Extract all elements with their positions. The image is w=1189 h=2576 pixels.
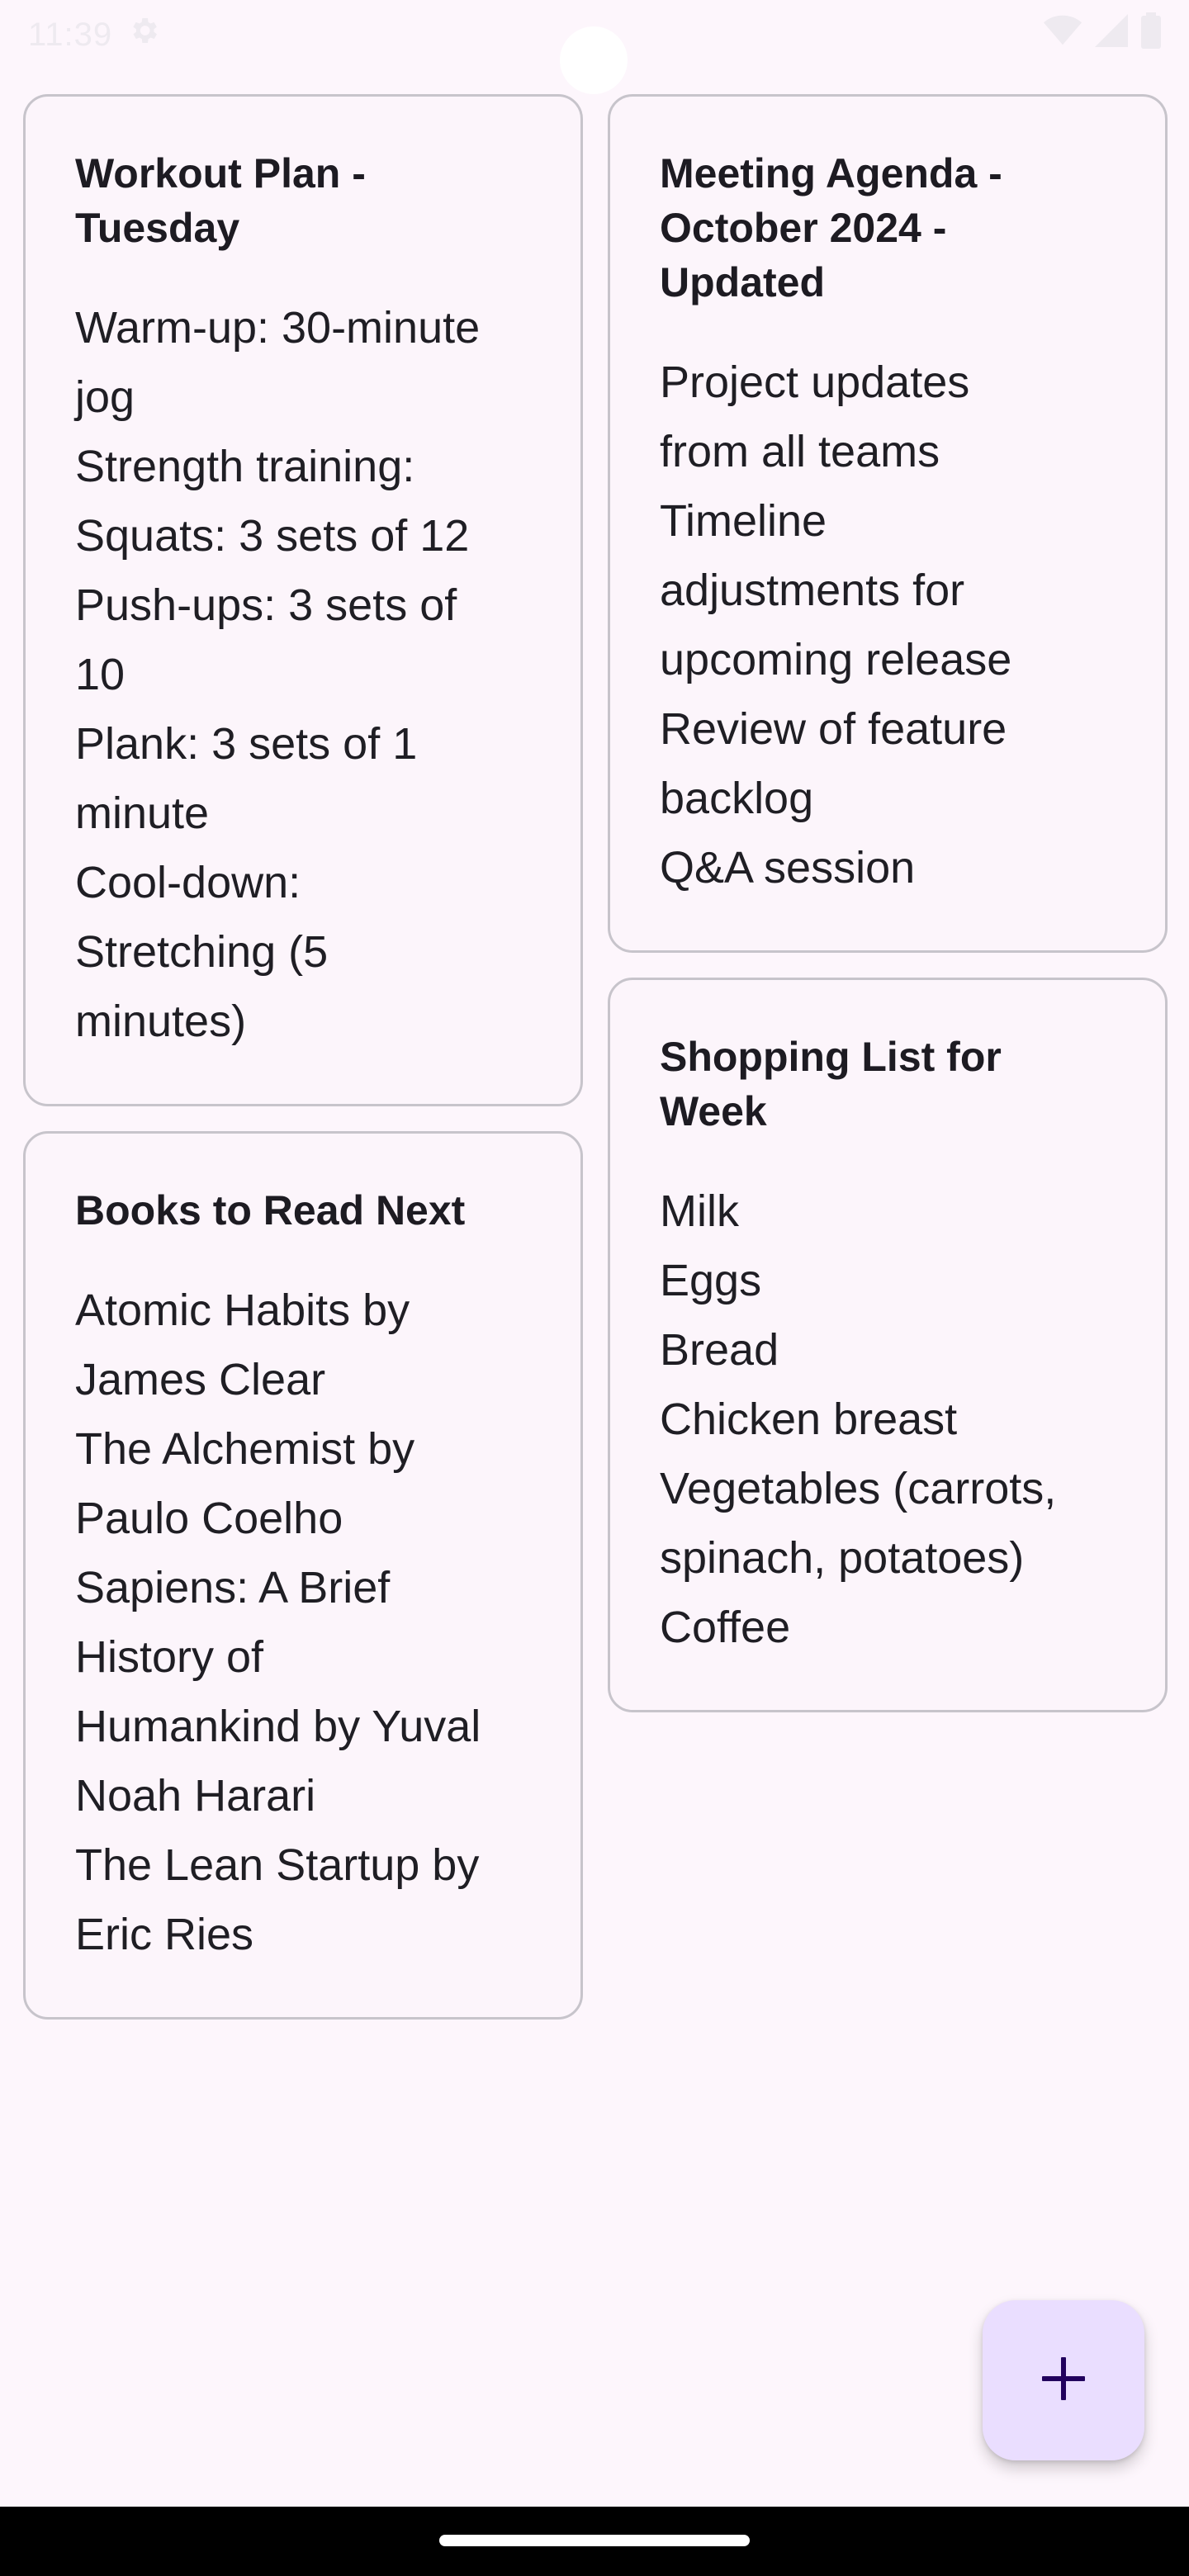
note-title: Books to Read Next xyxy=(75,1187,466,1234)
note-line: Cool-down: xyxy=(75,858,301,907)
note-line: jog xyxy=(75,372,135,422)
note-body: Project updates from all teams Timeline … xyxy=(660,348,1117,902)
add-note-button[interactable] xyxy=(983,2300,1144,2460)
note-card[interactable]: Workout Plan - Tuesday Warm-up: 30-minut… xyxy=(23,94,583,1106)
note-line: Paulo Coelho xyxy=(75,1494,343,1543)
note-body: Milk Eggs Bread Chicken breast Vegetable… xyxy=(660,1177,1117,1662)
note-line: backlog xyxy=(660,774,814,823)
note-line: spinach, potatoes) xyxy=(660,1533,1025,1583)
note-line: Bread xyxy=(660,1325,779,1375)
note-line: History of xyxy=(75,1632,264,1682)
note-line: The Lean Startup by xyxy=(75,1840,480,1890)
note-line: minutes) xyxy=(75,997,247,1046)
signal-icon xyxy=(1095,14,1128,55)
note-line: adjustments for xyxy=(660,566,965,615)
note-line: Eggs xyxy=(660,1256,762,1305)
note-line: Review of feature xyxy=(660,704,1007,754)
note-title: Workout Plan - Tuesday xyxy=(75,150,366,251)
plus-icon xyxy=(1040,2356,1087,2406)
note-line: upcoming release xyxy=(660,635,1012,684)
wifi-icon xyxy=(1044,14,1082,55)
note-line: Sapiens: A Brief xyxy=(75,1563,391,1612)
note-line: Q&A session xyxy=(660,843,916,893)
note-line: minute xyxy=(75,788,210,838)
status-icons xyxy=(1044,12,1161,57)
note-line: Strength training: xyxy=(75,442,415,491)
note-line: Plank: 3 sets of 1 xyxy=(75,719,418,769)
note-line: Milk xyxy=(660,1186,739,1236)
note-line: Atomic Habits by xyxy=(75,1286,410,1335)
note-line: Timeline xyxy=(660,496,827,546)
camera-cutout xyxy=(560,26,628,94)
note-title: Shopping List for Week xyxy=(660,1034,1002,1134)
note-card[interactable]: Books to Read Next Atomic Habits by Jame… xyxy=(23,1131,583,2020)
note-line: Push-ups: 3 sets of xyxy=(75,580,457,630)
note-line: James Clear xyxy=(75,1355,326,1404)
gear-icon xyxy=(127,14,160,55)
note-line: from all teams xyxy=(660,427,940,476)
note-line: Chicken breast xyxy=(660,1395,958,1444)
note-line: Stretching (5 xyxy=(75,927,329,977)
note-line: Vegetables (carrots, xyxy=(660,1464,1057,1513)
navigation-bar xyxy=(0,2507,1189,2576)
note-card[interactable]: Shopping List for Week Milk Eggs Bread C… xyxy=(608,978,1168,1712)
note-line: Noah Harari xyxy=(75,1771,316,1821)
note-line: Humankind by Yuval xyxy=(75,1702,481,1751)
note-line: Warm-up: 30-minute xyxy=(75,303,481,353)
note-body: Atomic Habits by James Clear The Alchemi… xyxy=(75,1276,533,1969)
note-line: 10 xyxy=(75,650,126,699)
note-line: Coffee xyxy=(660,1603,791,1652)
note-card[interactable]: Meeting Agenda - October 2024 - Updated … xyxy=(608,94,1168,953)
notes-column-left: Workout Plan - Tuesday Warm-up: 30-minut… xyxy=(23,94,583,2044)
note-line: Project updates xyxy=(660,358,970,407)
note-line: The Alchemist by xyxy=(75,1424,415,1474)
battery-icon xyxy=(1141,12,1161,57)
home-gesture-handle[interactable] xyxy=(439,2535,750,2546)
note-body: Warm-up: 30-minute jog Strength training… xyxy=(75,293,533,1056)
note-title: Meeting Agenda - October 2024 - Updated xyxy=(660,150,1002,305)
notes-column-right: Meeting Agenda - October 2024 - Updated … xyxy=(608,94,1168,1737)
status-time: 11:39 xyxy=(28,16,113,53)
note-line: Eric Ries xyxy=(75,1910,254,1959)
note-line: Squats: 3 sets of 12 xyxy=(75,511,470,561)
